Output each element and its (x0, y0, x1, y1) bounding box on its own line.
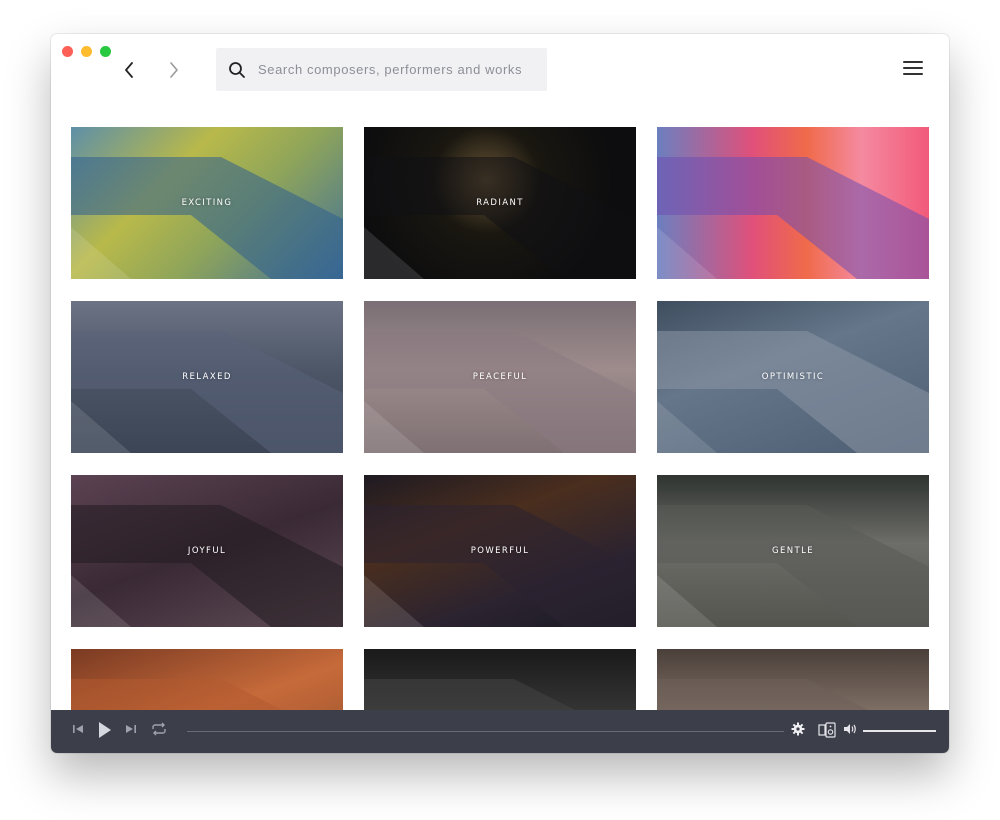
mood-tile[interactable]: RADIANT (364, 127, 636, 279)
progress-bar[interactable] (187, 731, 784, 732)
back-button[interactable] (117, 58, 141, 82)
mood-tile[interactable]: POWERFUL (364, 475, 636, 627)
app-window: EXCITING RADIANT RELAXED PEACEFUL OPTIMISTIC… (51, 34, 949, 753)
mood-tile[interactable] (657, 127, 929, 279)
chevron-overlay-shape (364, 679, 575, 710)
mood-label: OPTIMISTIC (761, 372, 825, 382)
volume-slider[interactable] (863, 730, 936, 732)
mood-tile[interactable]: JOYFUL (71, 475, 343, 627)
next-track-button[interactable] (124, 722, 138, 736)
mood-label: EXCITING (181, 198, 233, 208)
repeat-button[interactable] (150, 722, 168, 736)
mood-tile[interactable]: OPTIMISTIC (657, 301, 929, 453)
search-input[interactable] (258, 62, 538, 77)
play-icon (99, 722, 111, 738)
zoom-window-button[interactable] (100, 46, 111, 57)
player-bar (51, 710, 949, 753)
mood-tile[interactable] (657, 649, 929, 710)
chevron-overlay-shape (71, 679, 282, 710)
mood-grid: EXCITING RADIANT RELAXED PEACEFUL OPTIMISTIC… (71, 127, 929, 710)
hamburger-menu-button[interactable] (903, 61, 923, 77)
forward-button[interactable] (162, 58, 186, 82)
search-bar[interactable] (216, 48, 547, 91)
settings-button[interactable] (791, 722, 805, 736)
chevron-left-icon (125, 62, 133, 78)
mood-label: GENTLE (771, 546, 814, 556)
volume-icon (844, 724, 856, 734)
output-device-button[interactable] (818, 722, 836, 738)
mood-tile[interactable] (364, 649, 636, 710)
mood-label: JOYFUL (187, 546, 227, 556)
mood-tile[interactable] (71, 649, 343, 710)
mood-tile[interactable]: RELAXED (71, 301, 343, 453)
mood-label: RADIANT (476, 198, 524, 208)
menu-line-icon (903, 73, 923, 75)
mood-label: POWERFUL (470, 546, 530, 556)
chevron-right-icon (170, 62, 178, 78)
previous-track-button[interactable] (71, 722, 85, 736)
play-button[interactable] (97, 720, 113, 740)
mood-tile[interactable]: PEACEFUL (364, 301, 636, 453)
menu-line-icon (903, 67, 923, 69)
speaker-device-icon (818, 722, 836, 738)
chevron-overlay-shape (657, 157, 929, 279)
skip-forward-icon (126, 725, 136, 733)
close-window-button[interactable] (62, 46, 73, 57)
search-icon (229, 61, 245, 78)
chevron-overlay-shape (657, 679, 868, 710)
minimize-window-button[interactable] (81, 46, 92, 57)
volume-button[interactable] (843, 722, 857, 736)
gear-icon (791, 722, 805, 736)
skip-back-icon (73, 725, 83, 733)
mood-tile[interactable]: EXCITING (71, 127, 343, 279)
mood-label: PEACEFUL (472, 372, 528, 382)
mood-tile[interactable]: GENTLE (657, 475, 929, 627)
window-controls (62, 46, 111, 57)
menu-line-icon (903, 61, 923, 63)
repeat-icon (152, 722, 166, 736)
mood-label: RELAXED (182, 372, 232, 382)
